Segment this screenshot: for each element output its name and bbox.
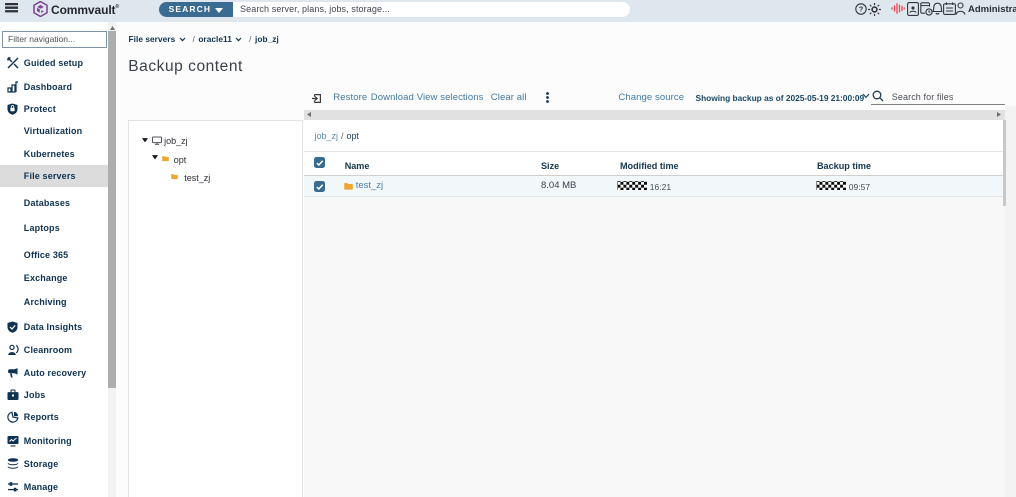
svg-text:?: ? — [859, 5, 864, 14]
